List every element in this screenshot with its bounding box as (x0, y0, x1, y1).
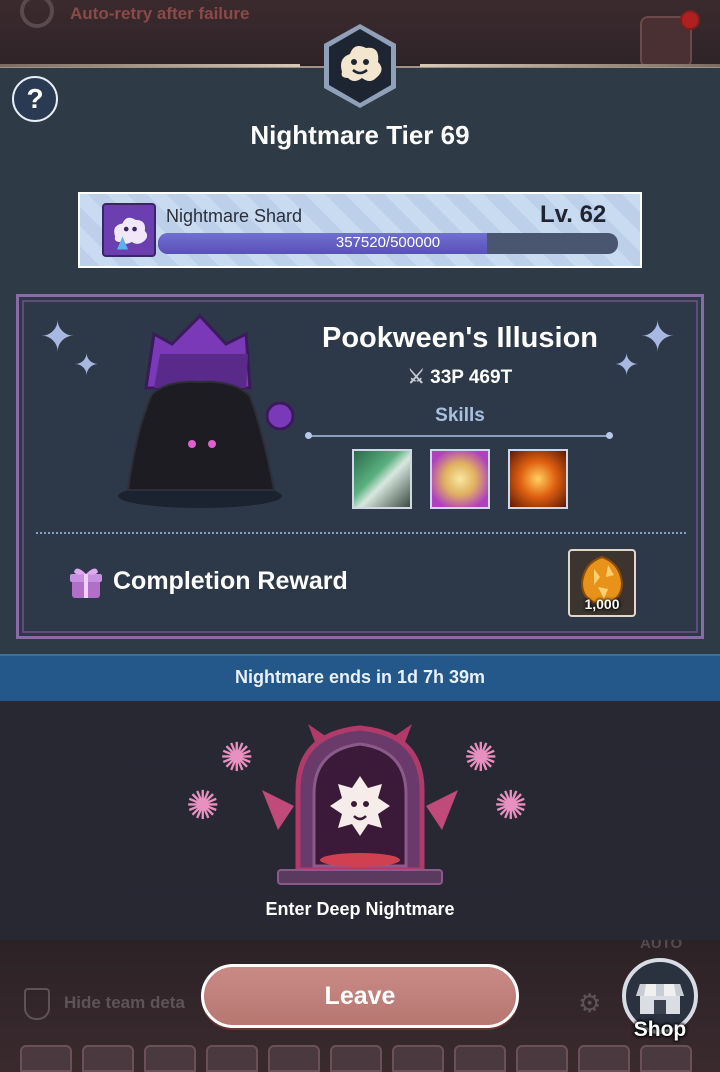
sparkle-icon: ✺ (220, 736, 254, 780)
hero-portrait[interactable] (392, 1045, 444, 1072)
shard-level: Lv. 62 (540, 201, 607, 228)
hero-portrait[interactable] (454, 1045, 506, 1072)
shard-progress-bar: 357520/500000 (158, 233, 618, 254)
skills-divider-dot (305, 432, 312, 439)
shard-progress-text: 357520/500000 (335, 234, 441, 251)
sparkle-icon: ✺ (494, 784, 528, 828)
hero-portrait[interactable] (206, 1045, 258, 1072)
leave-button[interactable]: Leave (201, 964, 519, 1028)
sparkle-icon: ✺ (186, 784, 220, 828)
hero-portrait[interactable] (268, 1045, 320, 1072)
team-settings-icon[interactable]: ⚙ (578, 988, 616, 1018)
shop-label: Shop (633, 1018, 687, 1041)
shield-icon (24, 988, 50, 1020)
auto-retry-label: Auto-retry after failure (70, 4, 250, 23)
nightmare-timer-text: Nightmare ends in 1d 7h 39m (234, 667, 486, 687)
flame-aura-skill-icon[interactable] (508, 449, 568, 509)
sparkle-star-icon: ✦ (640, 313, 676, 360)
boss-power-value: 33P 469T (430, 367, 513, 388)
reward-quantity: 1,000 (584, 596, 620, 612)
header-divider-left (0, 64, 300, 67)
hide-team-details-label[interactable]: Hide team deta (64, 993, 185, 1013)
skills-divider (308, 435, 612, 437)
nightmare-shard-icon (102, 203, 156, 257)
hero-portrait[interactable] (516, 1045, 568, 1072)
enter-deep-nightmare-label[interactable]: Enter Deep Nightmare (0, 899, 720, 920)
boss-portrait (118, 314, 295, 508)
reward-divider (36, 532, 686, 534)
hero-portrait[interactable] (82, 1045, 134, 1072)
radiant-burst-skill-icon[interactable] (430, 449, 490, 509)
header-divider-right (420, 64, 720, 67)
crossed-swords-icon: ⚔ (407, 367, 425, 388)
sparkle-icon: ✺ (464, 736, 498, 780)
skills-divider-dot (606, 432, 613, 439)
hero-portrait[interactable] (330, 1045, 382, 1072)
skills-label: Skills (435, 405, 485, 426)
help-button[interactable]: ? (12, 76, 58, 122)
boss-power: ⚔ 33P 469T (290, 366, 630, 389)
nightmare-emblem-icon (324, 24, 396, 108)
shard-name: Nightmare Shard (166, 206, 303, 226)
hero-portrait[interactable] (578, 1045, 630, 1072)
nightmare-tier-title: Nightmare Tier 69 (250, 120, 470, 150)
deep-nightmare-portal-button[interactable] (258, 720, 462, 890)
sparkle-star-icon: ✦ (74, 349, 100, 382)
boss-name: Pookween's Illusion (321, 322, 598, 354)
completion-reward-label: Completion Reward (113, 567, 348, 595)
hero-roster (20, 1045, 720, 1072)
sparkle-star-icon: ✦ (40, 313, 76, 360)
notification-dot (680, 10, 700, 30)
blade-strike-skill-icon[interactable] (352, 449, 412, 509)
hero-portrait[interactable] (144, 1045, 196, 1072)
hero-portrait[interactable] (20, 1045, 72, 1072)
hero-portrait[interactable] (640, 1045, 692, 1072)
gift-box-icon (70, 568, 102, 598)
